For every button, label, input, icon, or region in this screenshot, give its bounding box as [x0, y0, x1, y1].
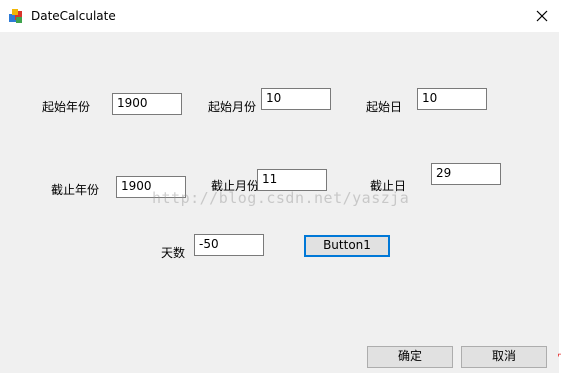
start-day-input[interactable]: 10 [417, 88, 487, 110]
end-day-input[interactable]: 29 [431, 163, 501, 185]
start-year-label: 起始年份 [42, 100, 91, 114]
close-button[interactable] [528, 4, 556, 28]
title-bar: DateCalculate [0, 0, 559, 32]
start-day-label: 起始日 [366, 100, 403, 114]
app-icon [9, 9, 22, 23]
days-input[interactable]: -50 [194, 234, 264, 256]
start-month-input[interactable]: 10 [261, 88, 331, 110]
start-year-input[interactable]: 1900 [112, 93, 182, 115]
watermark: http://blog.csdn.net/yaszja [152, 189, 410, 207]
cancel-button[interactable]: 取消 [461, 346, 547, 368]
end-month-input[interactable]: 11 [257, 169, 327, 191]
date-calculate-window: DateCalculate 起始年份 1900 起始月份 10 起始日 10 截… [0, 0, 561, 373]
ok-button[interactable]: 确定 [367, 346, 453, 368]
window-title: DateCalculate [31, 9, 116, 23]
start-month-label: 起始月份 [208, 100, 257, 114]
corner-mark: ⌐ [557, 351, 561, 361]
calculate-button[interactable]: Button1 [304, 235, 390, 257]
close-icon [536, 10, 548, 22]
end-year-label: 截止年份 [51, 183, 100, 197]
days-label: 天数 [161, 246, 186, 260]
